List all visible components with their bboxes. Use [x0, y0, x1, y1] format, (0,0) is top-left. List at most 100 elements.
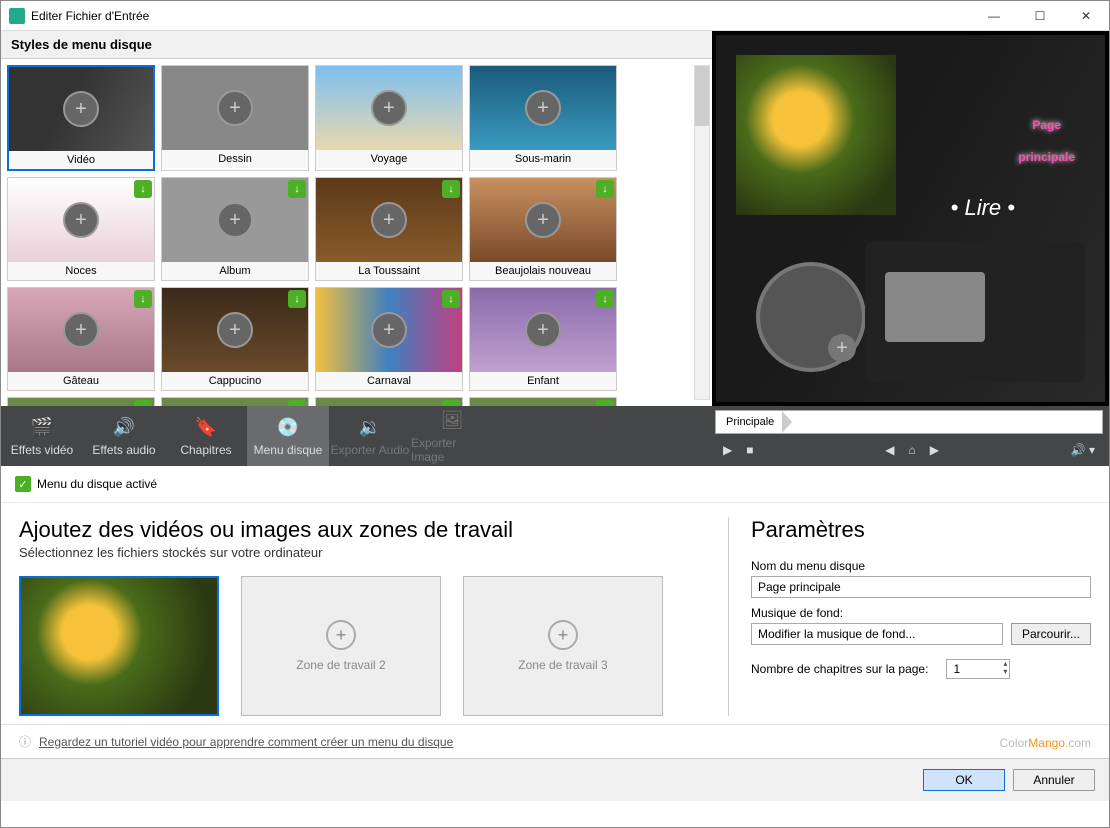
- chapters-label: Nombre de chapitres sur la page:: [751, 662, 928, 676]
- download-icon: ↓: [134, 180, 152, 198]
- style-label: Dessin: [162, 150, 308, 168]
- work-zone-3[interactable]: + Zone de travail 3: [463, 576, 663, 716]
- titlebar: Editer Fichier d'Entrée — ☐ ✕: [1, 1, 1109, 31]
- style-card[interactable]: ↓: [469, 397, 617, 406]
- maximize-button[interactable]: ☐: [1017, 1, 1063, 31]
- style-card[interactable]: ↓ + Album: [161, 177, 309, 281]
- style-card[interactable]: +Dessin: [161, 65, 309, 171]
- style-label: Album: [162, 262, 308, 280]
- download-icon: ↓: [442, 400, 460, 406]
- stop-icon[interactable]: ■: [746, 443, 753, 457]
- chapters-spinner[interactable]: 1: [946, 659, 1010, 679]
- style-card[interactable]: ↓ + Noces: [7, 177, 155, 281]
- vertical-divider: [728, 517, 729, 716]
- avatar-placeholder-icon: +: [63, 312, 99, 348]
- avatar-placeholder-icon: +: [63, 202, 99, 238]
- menu-name-input[interactable]: [751, 576, 1091, 598]
- cancel-button[interactable]: Annuler: [1013, 769, 1095, 791]
- avatar-placeholder-icon: +: [371, 202, 407, 238]
- tutorial-link[interactable]: Regardez un tutoriel vidéo pour apprendr…: [39, 735, 453, 749]
- styles-scrollbar[interactable]: [694, 65, 710, 400]
- download-icon: ↓: [288, 180, 306, 198]
- params-heading: Paramètres: [751, 517, 1091, 543]
- avatar-placeholder-icon: +: [63, 91, 99, 127]
- speaker-icon: 🔊: [112, 415, 136, 439]
- download-icon: ↓: [288, 290, 306, 308]
- exporter-audio-button[interactable]: 🔉 Exporter Audio: [329, 406, 411, 466]
- style-card[interactable]: ↓: [7, 397, 155, 406]
- style-label: Cappucino: [162, 372, 308, 390]
- style-label: La Toussaint: [316, 262, 462, 280]
- disc-icon: 💿: [276, 415, 300, 439]
- film-star-icon: 🎬: [30, 415, 54, 439]
- download-icon: ↓: [134, 400, 152, 406]
- style-label: Vidéo: [9, 151, 153, 169]
- style-label: Beaujolais nouveau: [470, 262, 616, 280]
- music-input[interactable]: [751, 623, 1003, 645]
- close-button[interactable]: ✕: [1063, 1, 1109, 31]
- prev-icon[interactable]: ◀: [885, 443, 894, 457]
- export-audio-icon: 🔉: [358, 415, 382, 439]
- preview-camcorder-graphic: [865, 242, 1085, 382]
- preview-avatar-placeholder: [756, 262, 866, 372]
- browse-button[interactable]: Parcourir...: [1011, 623, 1091, 645]
- export-image-icon: 🖼: [440, 408, 464, 432]
- preview-play-label[interactable]: • Lire •: [951, 195, 1015, 221]
- play-icon[interactable]: ▶: [723, 443, 732, 457]
- window-title: Editer Fichier d'Entrée: [31, 9, 971, 23]
- style-label: Enfant: [470, 372, 616, 390]
- exporter-image-button[interactable]: 🖼 Exporter Image: [411, 406, 493, 466]
- ok-button[interactable]: OK: [923, 769, 1005, 791]
- style-card[interactable]: + Voyage: [315, 65, 463, 171]
- music-label: Musique de fond:: [751, 606, 1091, 620]
- style-card[interactable]: ↓+Carnaval: [315, 287, 463, 391]
- style-card[interactable]: ↓ + Gâteau: [7, 287, 155, 391]
- download-icon: ↓: [596, 400, 614, 406]
- check-icon: ✓: [15, 476, 31, 492]
- plus-icon: +: [326, 620, 356, 650]
- style-card[interactable]: ↓ + La Toussaint: [315, 177, 463, 281]
- style-card[interactable]: + Vidéo: [7, 65, 155, 171]
- next-icon[interactable]: ▶: [930, 443, 939, 457]
- download-icon: ↓: [288, 400, 306, 406]
- avatar-placeholder-icon: +: [217, 312, 253, 348]
- style-label: Carnaval: [316, 372, 462, 390]
- preview-title: Pageprincipale: [1018, 105, 1075, 169]
- download-icon: ↓: [134, 290, 152, 308]
- avatar-placeholder-icon: +: [525, 90, 561, 126]
- download-icon: ↓: [596, 290, 614, 308]
- style-card[interactable]: ↓: [161, 397, 309, 406]
- style-label: Voyage: [316, 150, 462, 168]
- work-zone-1[interactable]: [19, 576, 219, 716]
- breadcrumb[interactable]: Principale: [715, 410, 1103, 434]
- style-card[interactable]: ↓+Enfant: [469, 287, 617, 391]
- volume-icon[interactable]: 🔊 ▾: [1071, 443, 1095, 457]
- status-text: Menu du disque activé: [37, 477, 157, 491]
- minimize-button[interactable]: —: [971, 1, 1017, 31]
- effets-audio-button[interactable]: 🔊 Effets audio: [83, 406, 165, 466]
- style-card[interactable]: ↓: [315, 397, 463, 406]
- avatar-placeholder-icon: +: [371, 90, 407, 126]
- style-card[interactable]: ↓+Beaujolais nouveau: [469, 177, 617, 281]
- main-toolbar: 🎬 Effets vidéo 🔊 Effets audio 🔖 Chapitre…: [1, 406, 1109, 466]
- work-heading: Ajoutez des vidéos ou images aux zones d…: [19, 517, 706, 543]
- avatar-placeholder-icon: +: [525, 202, 561, 238]
- info-icon: ⓘ: [19, 733, 31, 750]
- style-label: Sous-marin: [470, 150, 616, 168]
- effets-video-button[interactable]: 🎬 Effets vidéo: [1, 406, 83, 466]
- style-card[interactable]: + Sous-marin: [469, 65, 617, 171]
- home-icon[interactable]: ⌂: [908, 443, 915, 457]
- preview-pane: Pageprincipale • Lire •: [712, 31, 1109, 406]
- work-zone-2[interactable]: + Zone de travail 2: [241, 576, 441, 716]
- style-label: Noces: [8, 262, 154, 280]
- style-card[interactable]: ↓ + Cappucino: [161, 287, 309, 391]
- work-subheading: Sélectionnez les fichiers stockés sur vo…: [19, 545, 706, 560]
- avatar-placeholder-icon: +: [371, 312, 407, 348]
- avatar-placeholder-icon: +: [217, 202, 253, 238]
- menu-name-label: Nom du menu disque: [751, 559, 1091, 573]
- chapitres-button[interactable]: 🔖 Chapitres: [165, 406, 247, 466]
- style-label: Gâteau: [8, 372, 154, 390]
- menu-disque-button[interactable]: 💿 Menu disque: [247, 406, 329, 466]
- download-icon: ↓: [442, 180, 460, 198]
- preview-thumbnail: [736, 55, 896, 215]
